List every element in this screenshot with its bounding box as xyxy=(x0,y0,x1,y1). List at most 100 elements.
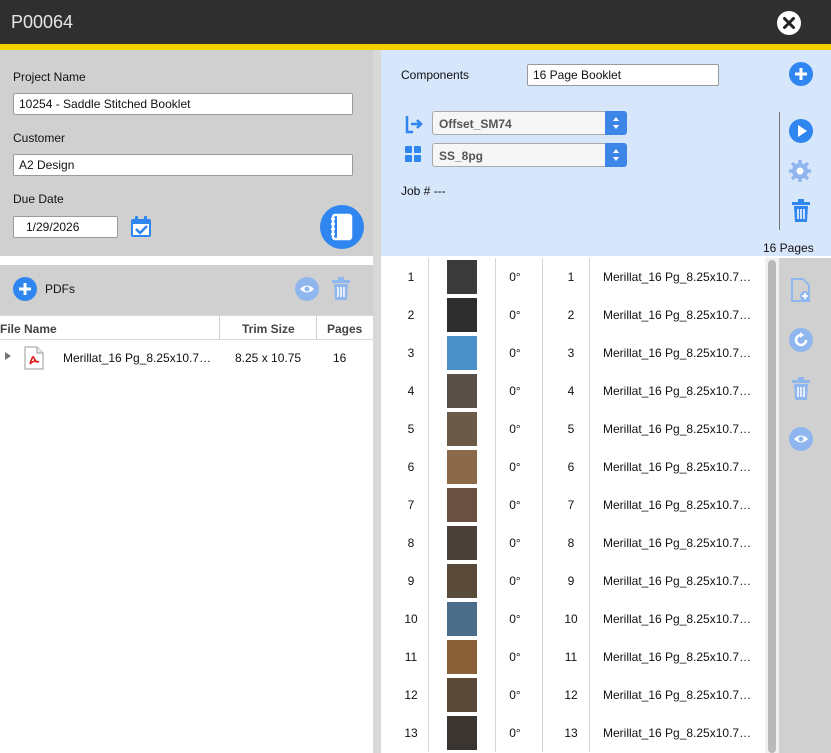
page-source-page: 10 xyxy=(564,612,578,626)
page-source-page: 9 xyxy=(567,574,575,588)
components-input[interactable] xyxy=(527,64,719,86)
booklet-icon xyxy=(331,213,353,241)
page-number: 13 xyxy=(404,726,418,740)
page-source-page: 13 xyxy=(564,726,578,740)
column-divider xyxy=(542,714,543,752)
page-row[interactable]: 1 0° 1 Merillat_16 Pg_8.25x10.7… xyxy=(381,258,766,296)
page-thumbnail xyxy=(447,260,477,294)
page-file-name: Merillat_16 Pg_8.25x10.7… xyxy=(603,346,752,360)
play-icon xyxy=(789,119,813,143)
customer-label: Customer xyxy=(13,131,66,145)
page-source-page: 5 xyxy=(567,422,575,436)
page-thumbnail xyxy=(447,602,477,636)
page-rotation: 0° xyxy=(509,726,521,740)
close-button[interactable] xyxy=(777,11,801,35)
page-row[interactable]: 2 0° 2 Merillat_16 Pg_8.25x10.7… xyxy=(381,296,766,334)
page-file-name: Merillat_16 Pg_8.25x10.7… xyxy=(603,270,752,284)
calendar-button[interactable] xyxy=(129,215,153,242)
trash-icon xyxy=(792,199,810,222)
title-bar: P00064 xyxy=(0,0,831,44)
page-row[interactable]: 11 0° 11 Merillat_16 Pg_8.25x10.7… xyxy=(381,638,766,676)
page-thumbnail xyxy=(447,412,477,446)
grid-icon xyxy=(405,146,421,165)
page-number: 11 xyxy=(404,650,418,664)
splitter[interactable] xyxy=(373,50,381,753)
column-header-pages[interactable]: Pages xyxy=(327,322,362,336)
page-file-name: Merillat_16 Pg_8.25x10.7… xyxy=(603,536,752,550)
page-list: 1 0° 1 Merillat_16 Pg_8.25x10.7… 2 0° 2 Merilla… xyxy=(381,258,779,753)
rotate-page-button[interactable] xyxy=(789,328,813,355)
template-select[interactable]: SS_8pg xyxy=(432,143,607,167)
page-file-name: Merillat_16 Pg_8.25x10.7… xyxy=(603,498,752,512)
page-number: 3 xyxy=(407,346,415,360)
project-name-input[interactable] xyxy=(13,93,353,115)
press-icon xyxy=(405,114,423,137)
window-title: P00064 xyxy=(11,12,74,32)
page-number: 12 xyxy=(404,688,418,702)
preview-pdf-button[interactable] xyxy=(295,277,319,304)
column-divider xyxy=(316,316,317,340)
page-row[interactable]: 3 0° 3 Merillat_16 Pg_8.25x10.7… xyxy=(381,334,766,372)
add-pdf-button[interactable] xyxy=(13,277,37,304)
page-row[interactable]: 9 0° 9 Merillat_16 Pg_8.25x10.7… xyxy=(381,562,766,600)
column-divider xyxy=(542,296,543,334)
column-header-file-name[interactable]: File Name xyxy=(0,322,57,336)
page-source-page: 7 xyxy=(567,498,575,512)
page-rotation: 0° xyxy=(509,308,521,322)
page-rotation: 0° xyxy=(509,384,521,398)
page-thumbnail xyxy=(447,716,477,750)
preview-page-button[interactable] xyxy=(789,427,813,454)
page-thumbnail xyxy=(447,374,477,408)
scrollbar-thumb[interactable] xyxy=(768,260,776,753)
page-row[interactable]: 5 0° 5 Merillat_16 Pg_8.25x10.7… xyxy=(381,410,766,448)
page-rotation: 0° xyxy=(509,422,521,436)
add-page-button[interactable] xyxy=(791,278,811,305)
settings-button[interactable] xyxy=(788,159,812,186)
page-row[interactable]: 10 0° 10 Merillat_16 Pg_8.25x10.7… xyxy=(381,600,766,638)
column-header-trim-size[interactable]: Trim Size xyxy=(242,322,295,336)
page-thumbnail xyxy=(447,298,477,332)
add-component-button[interactable] xyxy=(789,62,813,89)
page-row[interactable]: 7 0° 7 Merillat_16 Pg_8.25x10.7… xyxy=(381,486,766,524)
booklet-button[interactable] xyxy=(320,205,364,249)
project-name-label: Project Name xyxy=(13,70,86,84)
delete-pdf-button[interactable] xyxy=(331,277,351,304)
page-row[interactable]: 8 0° 8 Merillat_16 Pg_8.25x10.7… xyxy=(381,524,766,562)
components-label: Components xyxy=(401,68,470,82)
page-thumbnail xyxy=(447,640,477,674)
page-source-page: 3 xyxy=(567,346,575,360)
press-select[interactable]: Offset_SM74 xyxy=(432,111,607,135)
run-button[interactable] xyxy=(789,119,813,146)
customer-input[interactable] xyxy=(13,154,353,176)
updown-icon xyxy=(613,117,619,129)
page-number: 8 xyxy=(407,536,415,550)
delete-component-button[interactable] xyxy=(791,199,811,226)
page-row[interactable]: 6 0° 6 Merillat_16 Pg_8.25x10.7… xyxy=(381,448,766,486)
page-file-name: Merillat_16 Pg_8.25x10.7… xyxy=(603,688,752,702)
expand-row-icon[interactable] xyxy=(5,352,11,360)
column-divider xyxy=(542,486,543,524)
press-select-toggle[interactable] xyxy=(605,111,627,135)
close-icon xyxy=(783,17,795,29)
template-select-toggle[interactable] xyxy=(605,143,627,167)
page-rotation: 0° xyxy=(509,460,521,474)
page-source-page: 4 xyxy=(567,384,575,398)
page-row[interactable]: 12 0° 12 Merillat_16 Pg_8.25x10.7… xyxy=(381,676,766,714)
page-row[interactable]: 13 0° 13 Merillat_16 Pg_8.25x10.7… xyxy=(381,714,766,752)
job-number: Job # --- xyxy=(401,184,446,198)
plus-circle-icon xyxy=(13,277,37,301)
page-rotation: 0° xyxy=(509,688,521,702)
page-row[interactable]: 4 0° 4 Merillat_16 Pg_8.25x10.7… xyxy=(381,372,766,410)
page-source-page: 8 xyxy=(567,536,575,550)
page-source-page: 6 xyxy=(567,460,575,474)
pdf-pages: 16 xyxy=(333,351,347,365)
pages-count: 16 Pages xyxy=(763,241,814,255)
due-date-input[interactable] xyxy=(13,216,118,238)
page-file-name: Merillat_16 Pg_8.25x10.7… xyxy=(603,612,752,626)
page-source-page: 11 xyxy=(564,650,578,664)
plus-circle-icon xyxy=(789,62,813,86)
page-file-name: Merillat_16 Pg_8.25x10.7… xyxy=(603,384,752,398)
pdf-file-icon xyxy=(24,346,44,373)
page-number: 9 xyxy=(407,574,415,588)
delete-page-button[interactable] xyxy=(791,377,811,404)
